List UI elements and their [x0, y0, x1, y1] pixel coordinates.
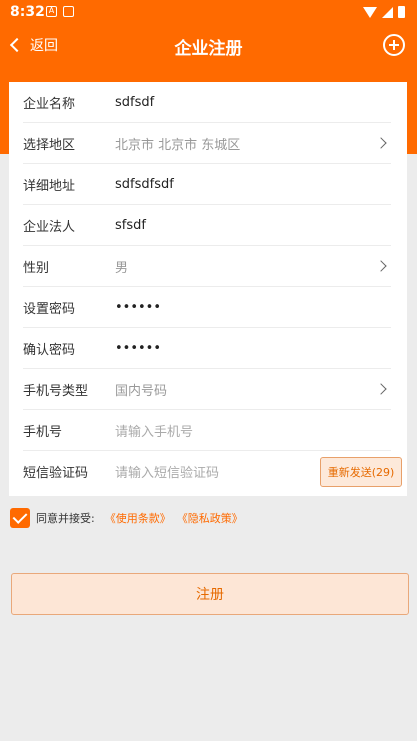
form-row-sms-code[interactable]: 短信验证码 请输入短信验证码 重新发送(29) [23, 451, 402, 492]
registration-form: 企业名称 sdfsdf 选择地区 北京市 北京市 东城区 详细地址 sdfsdf… [9, 82, 407, 496]
battery-icon [398, 6, 405, 18]
company-name-input[interactable]: sdfsdf [115, 95, 391, 110]
form-row-gender[interactable]: 性别 男 [23, 246, 391, 287]
phone-label: 手机号 [23, 424, 63, 440]
form-row-phone-type[interactable]: 手机号类型 国内号码 [23, 369, 391, 410]
chevron-right-icon [375, 260, 387, 272]
confirm-password-input[interactable]: •••••• [115, 341, 391, 356]
confirm-password-label: 确认密码 [23, 342, 76, 358]
form-row-password[interactable]: 设置密码 •••••• [23, 287, 391, 328]
signal-icon [382, 6, 393, 18]
phone-type-label: 手机号类型 [23, 383, 89, 399]
company-name-label: 企业名称 [23, 96, 76, 112]
navbar: 返回 企业注册 [0, 26, 417, 64]
form-row-phone[interactable]: 手机号 请输入手机号 [23, 410, 391, 451]
status-time: 8:32 [10, 4, 45, 20]
region-value[interactable]: 北京市 北京市 东城区 [115, 134, 377, 153]
password-input[interactable]: •••••• [115, 300, 391, 315]
form-row-region[interactable]: 选择地区 北京市 北京市 东城区 [23, 123, 391, 164]
agree-checkbox[interactable] [10, 508, 30, 528]
chevron-right-icon [375, 383, 387, 395]
form-row-company-name[interactable]: 企业名称 sdfsdf [23, 82, 391, 123]
legal-person-label: 企业法人 [23, 219, 76, 235]
resend-code-button[interactable]: 重新发送(29) [320, 457, 402, 487]
notification-a-icon: A [46, 6, 57, 17]
form-row-address[interactable]: 详细地址 sdfsdfsdf [23, 164, 391, 205]
gender-label: 性别 [23, 260, 50, 276]
address-label: 详细地址 [23, 178, 76, 194]
sms-code-label: 短信验证码 [23, 466, 89, 481]
add-circle-icon[interactable] [383, 34, 405, 56]
form-row-confirm-password[interactable]: 确认密码 •••••• [23, 328, 391, 369]
agree-text: 同意并接受: [36, 512, 95, 525]
phone-type-value[interactable]: 国内号码 [115, 380, 377, 399]
page-title: 企业注册 [174, 39, 243, 59]
legal-person-input[interactable]: sfsdf [115, 218, 391, 233]
notification-icons: A [46, 6, 74, 17]
system-icons [363, 6, 405, 18]
password-label: 设置密码 [23, 301, 76, 317]
terms-link[interactable]: 《使用条款》 [105, 510, 171, 526]
region-label: 选择地区 [23, 137, 76, 153]
agreement-row: 同意并接受: 《使用条款》 《隐私政策》 [10, 508, 249, 528]
status-bar: 8:32 A [0, 0, 417, 26]
chevron-right-icon [375, 137, 387, 149]
address-input[interactable]: sdfsdfsdf [115, 177, 391, 192]
form-row-legal-person[interactable]: 企业法人 sfsdf [23, 205, 391, 246]
wifi-icon [363, 6, 377, 18]
notification-image-icon [63, 6, 74, 17]
privacy-link[interactable]: 《隐私政策》 [177, 510, 243, 526]
phone-input[interactable]: 请输入手机号 [115, 421, 391, 440]
gender-value[interactable]: 男 [115, 257, 377, 276]
register-button[interactable]: 注册 [11, 573, 409, 615]
